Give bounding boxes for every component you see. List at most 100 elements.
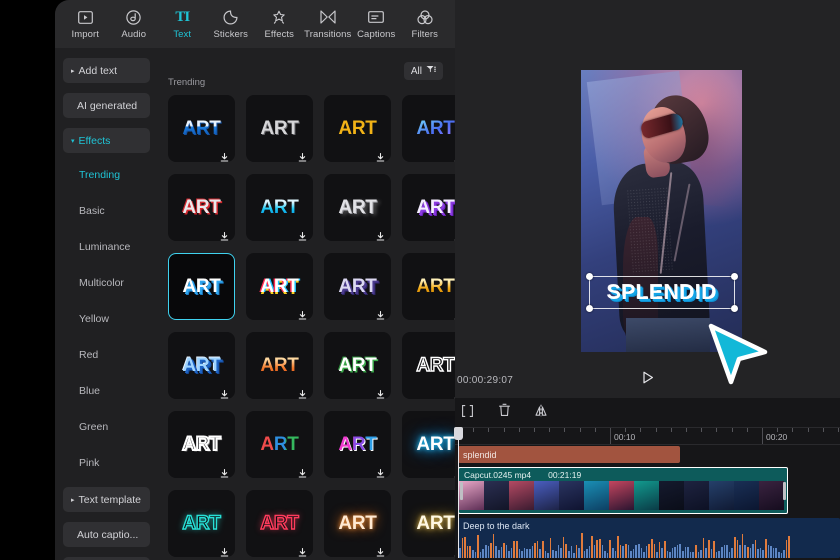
effect-thumbnail[interactable]: ART (324, 490, 391, 557)
sidebar-item-red[interactable]: Red (63, 343, 150, 366)
download-icon[interactable] (376, 149, 385, 162)
download-icon[interactable] (298, 465, 307, 478)
download-icon[interactable] (376, 228, 385, 241)
play-button[interactable] (639, 371, 657, 389)
waveform-bar (474, 552, 477, 558)
effect-thumbnail[interactable]: ART (402, 253, 455, 320)
delete-button[interactable] (494, 403, 514, 423)
split-button[interactable] (457, 403, 477, 423)
effect-preview-label: ART (416, 513, 455, 534)
tab-filters[interactable]: Filters (401, 1, 450, 47)
tab-captions[interactable]: Captions (352, 1, 401, 47)
playhead[interactable] (454, 427, 463, 558)
effect-thumbnail[interactable]: ART (246, 411, 313, 478)
sidebar-item-ai-generated[interactable]: AI generated (63, 93, 150, 118)
waveform-bar (570, 546, 573, 558)
effect-thumbnail[interactable]: ART (168, 95, 235, 162)
video-stage[interactable]: SPLENDID (581, 70, 742, 352)
sidebar-item-pink[interactable]: Pink (63, 451, 150, 474)
effect-preview-label: ART (260, 434, 299, 455)
effect-thumbnail[interactable]: ART (402, 490, 455, 557)
sidebar-item-effects[interactable]: ▾ Effects (63, 128, 150, 153)
resize-handle-top-left[interactable] (586, 273, 593, 280)
ruler-tick (686, 428, 687, 432)
filter-all-button[interactable]: All (403, 62, 443, 80)
effect-thumbnail[interactable]: ART (324, 411, 391, 478)
waveform-bar (640, 547, 643, 558)
effect-thumbnail[interactable]: ART (324, 253, 391, 320)
resize-handle-top-right[interactable] (731, 273, 738, 280)
playhead-knob[interactable] (454, 427, 463, 440)
tab-effects-label: Effects (264, 29, 295, 40)
effect-thumbnail[interactable]: ART (246, 95, 313, 162)
sidebar-item-luminance[interactable]: Luminance (63, 235, 150, 258)
resize-handle-bottom-left[interactable] (586, 305, 593, 312)
tab-stickers[interactable]: Stickers (207, 1, 256, 47)
sidebar-item-basic[interactable]: Basic (63, 199, 150, 222)
effect-thumbnail[interactable]: ART (402, 411, 455, 478)
download-icon[interactable] (220, 465, 229, 478)
effect-thumbnail[interactable]: ART (168, 332, 235, 399)
waveform-bar (692, 551, 695, 558)
effect-thumbnail[interactable]: ART (246, 253, 313, 320)
effect-thumbnail[interactable]: ART (246, 174, 313, 241)
sidebar-item-add-text[interactable]: ▸ Add text (63, 58, 150, 83)
sidebar-item-multicolor[interactable]: Multicolor (63, 271, 150, 294)
ruler-tick (473, 428, 475, 432)
waveform-bar (736, 539, 739, 558)
effect-thumbnail[interactable]: ART (402, 332, 455, 399)
download-icon[interactable] (220, 228, 229, 241)
effect-thumbnail[interactable]: ART (324, 332, 391, 399)
sidebar-item-yellow[interactable]: Yellow (63, 307, 150, 330)
effect-thumbnail[interactable]: ART (402, 95, 455, 162)
effect-thumbnail[interactable]: ART (246, 490, 313, 557)
download-icon[interactable] (220, 386, 229, 399)
waveform-bar (679, 544, 682, 558)
download-icon[interactable] (298, 149, 307, 162)
video-clip[interactable]: Capcut.0245 mp4 00:21:19 (458, 467, 788, 514)
tab-text-label: Text (173, 29, 192, 40)
waveform-bar (573, 553, 575, 558)
waveform-bar (684, 546, 687, 558)
sidebar-item-text-template[interactable]: ▸ Text template (63, 487, 150, 512)
trim-handle-right[interactable] (783, 481, 786, 500)
sidebar-item-blue[interactable]: Blue (63, 379, 150, 402)
tab-audio[interactable]: Audio (110, 1, 159, 47)
effect-thumbnail[interactable]: ART (246, 332, 313, 399)
download-icon[interactable] (298, 228, 307, 241)
download-icon[interactable] (376, 544, 385, 557)
tab-effects[interactable]: Effects (255, 1, 304, 47)
download-icon[interactable] (298, 544, 307, 557)
effect-preview-label: ART (338, 355, 377, 376)
waveform-bar (637, 544, 640, 558)
download-icon[interactable] (298, 386, 307, 399)
resize-handle-bottom-right[interactable] (731, 305, 738, 312)
tab-transitions[interactable]: Transitions (304, 1, 353, 47)
text-overlay-selection[interactable]: SPLENDID (586, 273, 738, 312)
sidebar-item-auto-captions[interactable]: Auto captio... (63, 522, 150, 547)
mirror-button[interactable] (531, 403, 551, 423)
sidebar-item-yellow-label: Yellow (79, 312, 109, 325)
sidebar-item-green[interactable]: Green (63, 415, 150, 438)
tab-text[interactable]: TI Text (158, 1, 207, 47)
effect-thumbnail[interactable]: ART (324, 95, 391, 162)
timeline-ruler[interactable]: 00:10 00:20 (455, 428, 840, 445)
effect-thumbnail[interactable]: ART (324, 174, 391, 241)
effect-thumbnail[interactable]: ART (168, 490, 235, 557)
download-icon[interactable] (220, 544, 229, 557)
audio-clip[interactable]: Deep to the dark (458, 518, 840, 558)
tab-import[interactable]: Import (61, 1, 110, 47)
download-icon[interactable] (376, 465, 385, 478)
effect-thumbnail[interactable]: ART (168, 253, 235, 320)
download-icon[interactable] (220, 149, 229, 162)
effect-thumbnail[interactable]: ART (168, 411, 235, 478)
download-icon[interactable] (376, 307, 385, 320)
waveform-bar (695, 545, 697, 558)
download-icon[interactable] (376, 386, 385, 399)
text-clip[interactable]: splendid (458, 446, 680, 463)
effect-thumbnail[interactable]: ART (168, 174, 235, 241)
download-icon[interactable] (298, 307, 307, 320)
sidebar-item-trending[interactable]: Trending (63, 163, 150, 186)
effect-thumbnail[interactable]: ART (402, 174, 455, 241)
trim-handle-left[interactable] (460, 481, 463, 500)
